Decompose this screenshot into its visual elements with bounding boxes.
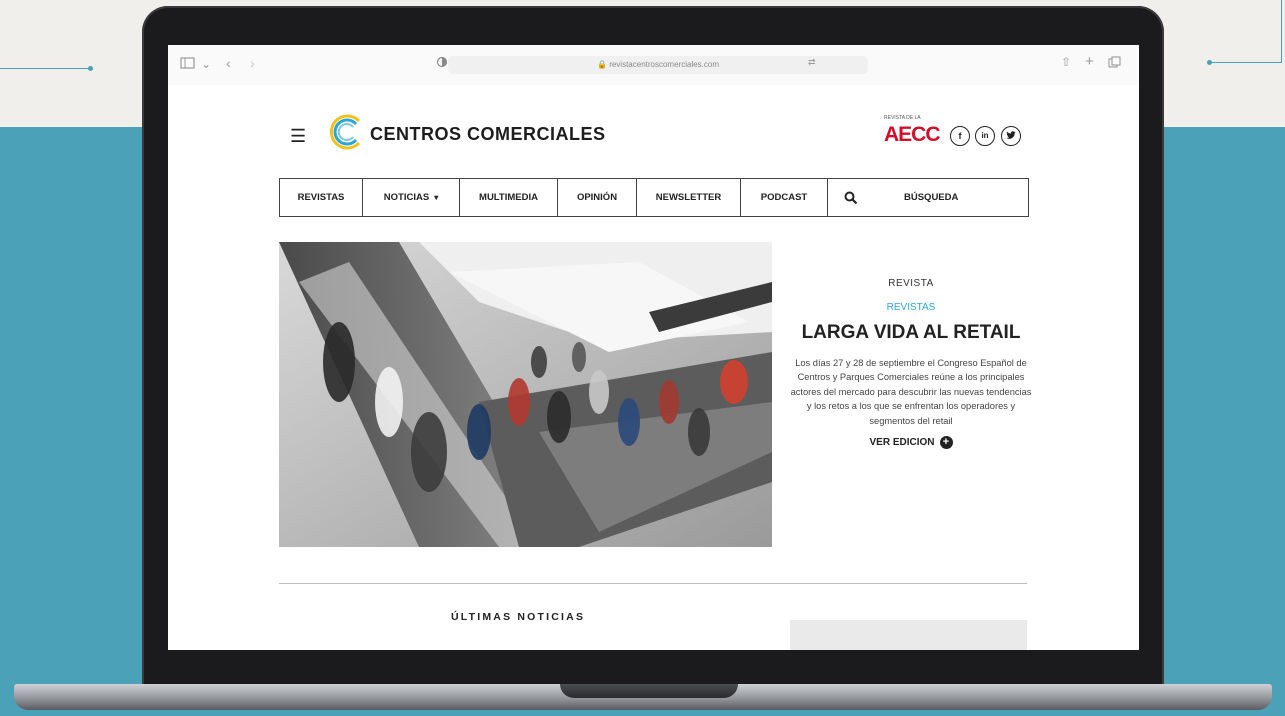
search-icon — [844, 191, 858, 204]
decorative-line-left — [0, 68, 90, 69]
linkedin-icon[interactable]: in — [975, 126, 995, 146]
plus-circle-icon: + — [939, 436, 953, 450]
laptop-notch — [560, 684, 738, 698]
hero-title[interactable]: LARGA VIDA AL RETAIL — [788, 322, 1034, 344]
chevron-down-icon[interactable]: ⌄ — [201, 57, 211, 71]
translate-icon[interactable]: ⇄ — [808, 57, 816, 68]
back-icon[interactable]: ‹ — [226, 55, 231, 71]
chevron-down-icon: ▾ — [434, 193, 439, 202]
aecc-subtitle: REVISTA DE LA — [884, 115, 921, 121]
address-bar[interactable]: 🔒 revistacentroscomerciales.com — [448, 56, 868, 74]
decorative-dot-right — [1207, 60, 1212, 65]
decorative-vertical-line — [1281, 0, 1282, 63]
facebook-icon[interactable]: f — [950, 126, 970, 146]
hero-article: REVISTA REVISTAS LARGA VIDA AL RETAIL Lo… — [788, 278, 1034, 450]
nav-multimedia[interactable]: MULTIMEDIA — [460, 179, 558, 216]
url-text: revistacentroscomerciales.com — [609, 60, 719, 69]
ver-edicion-label: VER EDICION — [869, 437, 935, 449]
nav-newsletter[interactable]: NEWSLETTER — [637, 179, 741, 216]
new-tab-icon[interactable]: + — [1085, 53, 1094, 70]
brand-name[interactable]: CENTROS COMERCIALES — [370, 124, 606, 145]
ad-placeholder — [790, 620, 1027, 650]
section-divider — [279, 583, 1027, 584]
sidebar-icon[interactable] — [180, 57, 196, 72]
laptop-screen: ⌄ ‹ › 🔒 revistacentroscomerciales.com ⇄ … — [168, 45, 1139, 650]
nav-opinion[interactable]: OPINIÓN — [558, 179, 637, 216]
menu-icon[interactable]: ☰ — [290, 126, 306, 147]
hero-kicker: REVISTA — [888, 278, 934, 289]
site-header: ☰ CENTROS COMERCIALES REVISTA DE LA AECC… — [168, 85, 1139, 175]
hero-image[interactable] — [279, 242, 772, 547]
share-icon[interactable]: ⇧ — [1061, 55, 1071, 69]
tabs-icon[interactable] — [1108, 56, 1121, 72]
aecc-logo[interactable]: AECC — [884, 123, 941, 147]
nav-noticias-label: NOTICIAS — [383, 192, 430, 203]
forward-icon[interactable]: › — [250, 55, 255, 71]
privacy-icon[interactable] — [436, 56, 448, 71]
hero-category-link[interactable]: REVISTAS — [788, 302, 1034, 313]
nav-podcast[interactable]: PODCAST — [741, 179, 828, 216]
brand-logo-icon[interactable] — [326, 112, 366, 152]
latest-news-heading: ÚLTIMAS NOTICIAS — [451, 611, 586, 623]
ver-edicion-button[interactable]: VER EDICION + — [869, 436, 953, 450]
lock-icon: 🔒 — [596, 60, 607, 69]
decorative-line-right — [1210, 62, 1282, 63]
twitter-icon[interactable] — [1001, 126, 1021, 146]
hero-summary: Los días 27 y 28 de septiembre el Congre… — [790, 358, 1032, 426]
search-label: BÚSQUEDA — [904, 192, 959, 203]
nav-noticias[interactable]: NOTICIAS ▾ — [363, 179, 460, 216]
nav-revistas[interactable]: REVISTAS — [280, 179, 363, 216]
browser-toolbar: ⌄ ‹ › 🔒 revistacentroscomerciales.com ⇄ … — [168, 45, 1139, 85]
decorative-dot-left — [88, 66, 93, 71]
nav-search[interactable]: BÚSQUEDA — [828, 179, 1028, 216]
main-navigation: REVISTAS NOTICIAS ▾ MULTIMEDIA OPINIÓN N… — [279, 178, 1029, 217]
